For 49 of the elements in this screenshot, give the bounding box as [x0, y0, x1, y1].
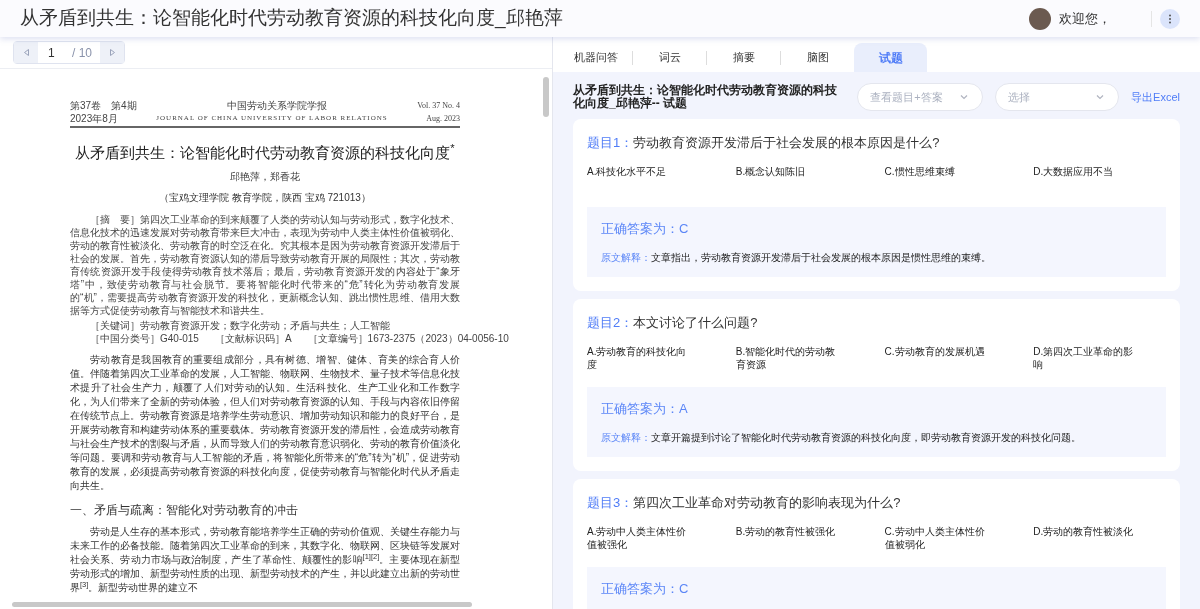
answer-option: A.科技化水平不足 — [587, 164, 689, 195]
keywords-text: ［关键词］劳动教育资源开发；数字化劳动；矛盾与共生；人工智能 — [89, 318, 391, 332]
tab[interactable]: 机器问答 — [559, 43, 632, 72]
masthead-text: 中国劳动关系学院学报 — [226, 99, 327, 112]
answer-option: D.大数据应用不当 — [1033, 164, 1136, 195]
more-icon — [1168, 13, 1172, 24]
page-title: 从矛盾到共生：论智能化时代劳动教育资源的科技化向度_邱艳萍 — [20, 6, 563, 31]
answer-option: A.劳动教育的科技化向度 — [587, 344, 689, 375]
article-affiliation: （宝鸡文理学院 教育学院，陕西 宝鸡 721013） — [158, 190, 372, 205]
correct-answer: 正确答案为：A — [601, 399, 689, 418]
answer-option: B.智能化时代的劳动教育资源 — [735, 344, 838, 375]
answer-option: A.劳动中人类主体性价值被强化 — [587, 524, 689, 555]
answer-option: C.劳动中人类主体性价值被弱化 — [884, 524, 987, 555]
tab[interactable]: 词云 — [633, 43, 706, 72]
correct-answer: 正确答案为：C — [601, 579, 690, 598]
answer-option: D.劳动的教育性被淡化 — [1033, 524, 1136, 555]
explanation-text: 原文解释：文章指出，劳动教育资源开发滞后于社会发展的根本原因是惯性思维的束缚。 — [601, 251, 992, 265]
tab[interactable]: 脑图 — [781, 43, 854, 72]
article-authors: 邱艳萍，郑香花 — [229, 169, 301, 184]
explanation-text: 原文解释：文章开篇提到讨论了智能化时代劳动教育资源的科技化向度，即劳动教育资源开发的科技化问题。 — [601, 431, 1082, 445]
correct-answer: 正确答案为：C — [601, 219, 690, 238]
question-title: 题目1：劳动教育资源开发滞后于社会发展的根本原因是什么? — [587, 134, 941, 152]
masthead-text: Aug. 2023 — [426, 113, 460, 125]
question-title: 题目2：本文讨论了什么问题? — [587, 314, 759, 332]
answer-option: C.劳动教育的发展机遇 — [884, 344, 987, 375]
masthead-text: Vol. 37 No. 4 — [417, 100, 460, 112]
avatar[interactable] — [1029, 7, 1051, 30]
masthead-text: 第37卷 第4期 — [70, 99, 137, 112]
classification-code: ［文献标识码］A — [214, 331, 292, 345]
export-link[interactable]: 导出Excel — [1131, 88, 1180, 106]
answer-option: B.概念认知陈旧 — [735, 164, 838, 195]
article-title: 从矛盾到共生：论智能化时代劳动教育资源的科技化向度$^{*}$ — [74, 142, 456, 163]
question-title: 题目3：第四次工业革命对劳动教育的影响表现为什么? — [587, 494, 902, 512]
classification-code: ［中国分类号］G40-015 — [90, 331, 199, 345]
abstract-text: ［摘 要］第四次工业革命的到来颠覆了人类的劳动认知与劳动形式，数字化技术、信息化技术的迅速发展对劳动教育带来巨大冲击，表现为劳动中人类主体性价值被弱化、劳动的教育性被淡化、劳动教育的时空泛在化。究其根本是因为劳动教育资源开发滞后于社会的发展。首先，劳动教育资源认知的滞后导致劳动教育开展的局限性；其次，劳动教育传统资源开发手段使得劳动教育技术落后；最后，劳动教育资源开发的内容处于“象牙塔”中，致使劳动教育与社会脱节。要将智能化时代带来的“危”转化为劳动教育发展的“机”，需要提高劳动教育资源开发的科技化，更新概念认知、跳出惯性思维、借用大数据等方式促使劳动教育与智能技术和谐共生。 — [70, 212, 460, 317]
body-paragraph: 劳动教育是我国教育的重要组成部分，具有树德、增智、健体、育美的综合育人价值。伴随着第四次工业革命的发展，人工智能、物联网、生物技术、量子技术等信息化技术提升了社会生产力，颠覆了人们对劳动的认知。生活科技化、生产工业化和工作数字化，为人们带来了全新的劳动体验，但人们对劳动教育资源的认知、手段与内容依旧停留在传统节点上。劳动教育资源是培养学生劳动意识、增加劳动知识和能力的良好平台，是开展劳动教育和构建劳动体系的重要载体。劳动教育资源开发的滞后性，会造成劳动教育与社会生产技术的割裂与矛盾，从而导致人们的劳动教育意识弱化、劳动的教育价值淡化等问题。要调和劳动教育与人工智能的矛盾，将智能化所带来的“危”转为“机”，促进劳动教育的发展，必须提高劳动教育资源的科技化向度，促使劳动教育与智能化时代从矛盾走向共生。 — [70, 352, 460, 493]
answer-option: B.劳动的教育性被强化 — [735, 524, 838, 555]
answer-option: C.惯性思维束缚 — [884, 164, 987, 195]
answer-option: D.第四次工业革命的影响 — [1033, 344, 1136, 375]
tab[interactable]: 摘要 — [707, 43, 780, 72]
more-menu-button[interactable] — [1160, 8, 1180, 29]
welcome-text: 欢迎您， — [1059, 9, 1111, 28]
scrollbar-thumb[interactable] — [12, 601, 472, 607]
panel-title: 从矛盾到共生：论智能化时代劳动教育资源的科技化向度_邱艳萍-- 试题 — [573, 84, 838, 110]
scrollbar-thumb[interactable] — [543, 77, 549, 117]
body-paragraph: 劳动是人生存的基本形式，劳动教育能培养学生正确的劳动价值观、关键生存能力与未来工作的必备技能。随着第四次工业革命的到来，其数字化、物联网、区块链等发展对社会关系、劳动力市场与政治制度，产生了革命性、颠覆性的影响$^{[1][2]}$。主要体现在新型劳动形式的增加、新型劳动性质的出现、新型劳动技术的产生，并以此建立出新的劳动世界$^{[3]}$。新型劳动世界的建立不 — [70, 524, 460, 595]
masthead-text: 2023年8月 — [70, 112, 118, 125]
classification-code: ［文章编号］1673-2375（2023）04-0056-10 — [307, 331, 509, 345]
section-heading: 一、矛盾与疏离：智能化对劳动教育的冲击 — [70, 501, 299, 519]
